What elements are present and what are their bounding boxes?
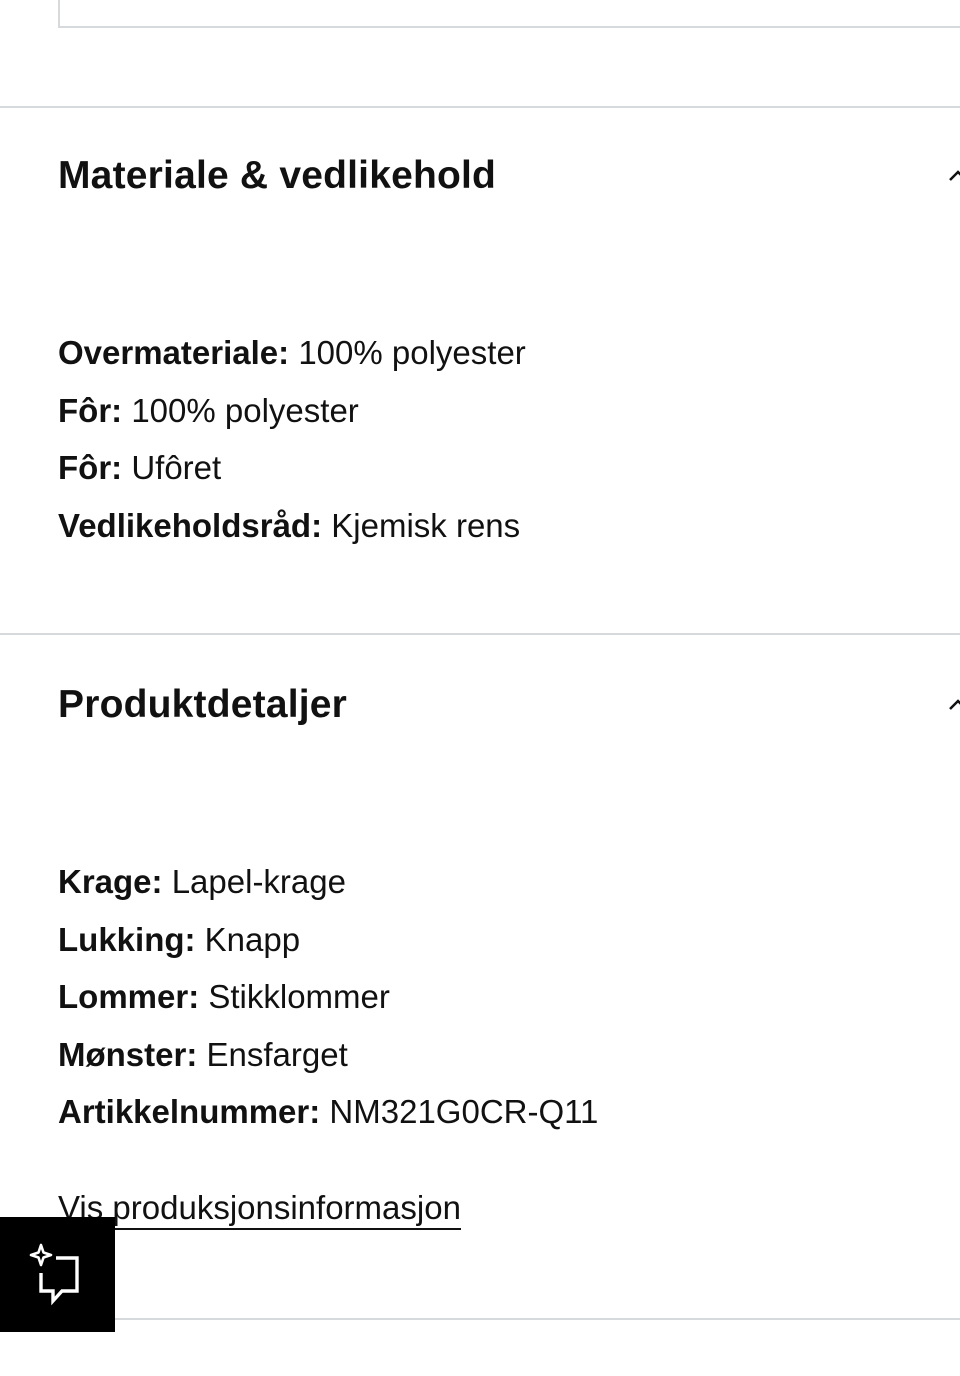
attribute-row: Lukking: Knapp — [58, 920, 598, 978]
attribute-row: Krage: Lapel-krage — [58, 862, 598, 920]
section-divider — [0, 1318, 960, 1320]
details-attribute-list: Krage: Lapel-krage Lukking: Knapp Lommer… — [58, 862, 598, 1150]
attribute-row: Fôr: 100% polyester — [58, 391, 526, 449]
feedback-fab-button[interactable] — [0, 1217, 115, 1332]
section-divider — [0, 106, 960, 108]
attribute-value: Kjemisk rens — [331, 506, 521, 544]
attribute-value: NM321G0CR-Q11 — [329, 1093, 599, 1131]
material-care-header[interactable]: Materiale & vedlikehold — [58, 156, 496, 195]
attribute-row: Vedlikeholdsråd: Kjemisk rens — [58, 506, 526, 564]
material-attribute-list: Overmateriale: 100% polyester Fôr: 100% … — [58, 333, 526, 563]
attribute-key: Overmateriale: — [58, 334, 290, 371]
attribute-key: Krage: — [58, 863, 163, 900]
attribute-key: Vedlikeholdsråd: — [58, 506, 323, 544]
section-divider — [0, 633, 960, 635]
attribute-value: Ensfarget — [206, 1035, 348, 1073]
attribute-key: Fôr: — [58, 391, 123, 429]
attribute-row: Artikkelnummer: NM321G0CR-Q11 — [58, 1092, 598, 1150]
attribute-row: Fôr: Ufôret — [58, 448, 526, 506]
attribute-row: Overmateriale: 100% polyester — [58, 333, 526, 391]
chevron-up-icon[interactable] — [948, 695, 960, 715]
attribute-key: Fôr: — [58, 449, 123, 487]
sparkle-feedback-icon — [29, 1243, 79, 1305]
attribute-value: Lapel-krage — [171, 863, 346, 900]
production-info-link[interactable]: Vis produksjonsinformasjon — [58, 1188, 461, 1230]
attribute-value: Knapp — [204, 920, 301, 958]
attribute-key: Lommer: — [58, 978, 200, 1016]
attribute-row: Mønster: Ensfarget — [58, 1035, 598, 1093]
chevron-up-icon[interactable] — [948, 166, 960, 186]
attribute-key: Lukking: — [58, 920, 196, 958]
attribute-row: Lommer: Stikklommer — [58, 977, 598, 1035]
product-details-header[interactable]: Produktdetaljer — [58, 685, 347, 724]
attribute-key: Mønster: — [58, 1035, 198, 1073]
attribute-key: Artikkelnummer: — [58, 1093, 321, 1131]
attribute-value: Stikklommer — [208, 978, 390, 1016]
attribute-value: 100% polyester — [131, 391, 359, 429]
attribute-value: Ufôret — [131, 449, 222, 487]
attribute-value: 100% polyester — [298, 334, 526, 371]
previous-section-box — [58, 0, 960, 28]
